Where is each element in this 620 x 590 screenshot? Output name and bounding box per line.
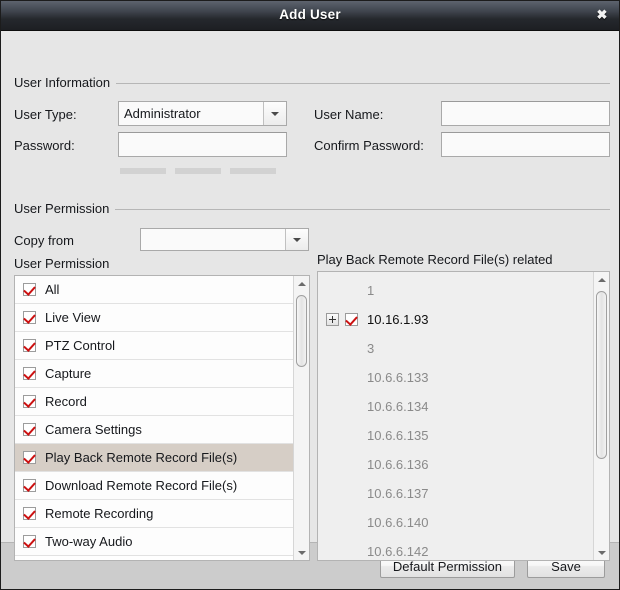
permission-label: Record bbox=[45, 394, 87, 409]
device-tree-row[interactable]: 10.6.6.137 bbox=[318, 479, 593, 508]
permission-label: Download Remote Record File(s) bbox=[45, 478, 238, 493]
password-strength-meter bbox=[120, 168, 276, 174]
chevron-down-icon[interactable] bbox=[285, 229, 308, 250]
user-name-label: User Name: bbox=[314, 107, 384, 122]
device-tree-scrollbar[interactable] bbox=[593, 272, 609, 560]
permission-row[interactable]: Live View bbox=[15, 304, 293, 332]
chevron-down-icon[interactable] bbox=[263, 102, 286, 125]
confirm-password-input[interactable] bbox=[441, 132, 610, 157]
permission-checkbox[interactable] bbox=[23, 339, 36, 352]
device-label: 10.6.6.133 bbox=[367, 370, 429, 385]
scrollbar-thumb[interactable] bbox=[296, 295, 307, 367]
device-tree-row[interactable]: 3 bbox=[318, 334, 593, 363]
device-tree-row[interactable]: 1 bbox=[318, 276, 593, 305]
permission-list-scrollbar[interactable] bbox=[293, 276, 309, 560]
permission-checkbox[interactable] bbox=[23, 311, 36, 324]
permission-label: Live View bbox=[45, 310, 101, 325]
copy-from-label: Copy from bbox=[14, 233, 74, 248]
device-tree[interactable]: 1 10.16.1.93 3 10.6.6.133 10.6.6.134 10.6.6.1… bbox=[317, 271, 610, 561]
copy-from-value bbox=[141, 229, 285, 250]
permission-list-rows: All Live View PTZ Control Capture Record Came… bbox=[15, 276, 293, 560]
device-label: 10.6.6.140 bbox=[367, 515, 429, 530]
device-tree-row[interactable]: 10.6.6.142 bbox=[318, 537, 593, 560]
password-strength-bar bbox=[120, 168, 166, 174]
device-label: 10.6.6.137 bbox=[367, 486, 429, 501]
user-information-group-title: User Information bbox=[14, 75, 117, 90]
dialog-content: User Information User Type: Administrato… bbox=[1, 31, 619, 561]
password-strength-bar bbox=[230, 168, 276, 174]
device-tree-row[interactable]: 10.6.6.134 bbox=[318, 392, 593, 421]
scroll-up-icon[interactable] bbox=[294, 276, 309, 291]
permission-row[interactable]: Play Back Remote Record File(s) bbox=[15, 444, 293, 472]
device-label: 1 bbox=[367, 283, 375, 298]
scroll-down-icon[interactable] bbox=[294, 545, 309, 560]
permission-label: Two-way Audio bbox=[45, 534, 133, 549]
device-checkbox[interactable] bbox=[345, 313, 358, 326]
device-label: 10.16.1.93 bbox=[367, 312, 429, 327]
dialog-title: Add User bbox=[279, 7, 341, 22]
password-strength-bar bbox=[175, 168, 221, 174]
permission-checkbox[interactable] bbox=[23, 367, 36, 380]
device-tree-row[interactable]: 10.6.6.135 bbox=[318, 421, 593, 450]
user-type-label: User Type: bbox=[14, 107, 77, 122]
permission-row[interactable]: Two-way Audio bbox=[15, 528, 293, 556]
user-permission-group-title: User Permission bbox=[14, 201, 116, 216]
device-label: 3 bbox=[367, 341, 375, 356]
permission-checkbox[interactable] bbox=[23, 535, 36, 548]
user-type-value: Administrator bbox=[124, 106, 201, 121]
permission-label: All bbox=[45, 282, 60, 297]
add-user-dialog: Add User ✖ User Information User Type: A… bbox=[0, 0, 620, 590]
device-label: 10.6.6.134 bbox=[367, 399, 429, 414]
right-list-title: Play Back Remote Record File(s) related bbox=[317, 252, 553, 267]
password-input[interactable] bbox=[118, 132, 287, 157]
scroll-up-icon[interactable] bbox=[594, 272, 609, 287]
permission-label: Capture bbox=[45, 366, 92, 381]
permission-row[interactable]: All bbox=[15, 276, 293, 304]
close-icon[interactable]: ✖ bbox=[591, 5, 613, 25]
device-tree-row[interactable]: 10.16.1.93 bbox=[318, 305, 593, 334]
copy-from-select[interactable] bbox=[140, 228, 309, 251]
device-tree-row[interactable]: 10.6.6.136 bbox=[318, 450, 593, 479]
permission-label: PTZ Control bbox=[45, 338, 116, 353]
permission-row[interactable]: Capture bbox=[15, 360, 293, 388]
permission-row[interactable]: Record bbox=[15, 388, 293, 416]
permission-row[interactable]: Camera Settings bbox=[15, 416, 293, 444]
permission-label: Camera Settings bbox=[45, 422, 142, 437]
device-label: 10.6.6.136 bbox=[367, 457, 429, 472]
device-tree-rows: 1 10.16.1.93 3 10.6.6.133 10.6.6.134 10.6.6.1… bbox=[318, 272, 593, 560]
permission-checkbox[interactable] bbox=[23, 479, 36, 492]
dialog-titlebar: Add User ✖ bbox=[1, 1, 619, 31]
password-label: Password: bbox=[14, 138, 75, 153]
permission-checkbox[interactable] bbox=[23, 451, 36, 464]
device-label: 10.6.6.135 bbox=[367, 428, 429, 443]
left-list-title: User Permission bbox=[14, 256, 110, 271]
device-tree-row[interactable]: 10.6.6.133 bbox=[318, 363, 593, 392]
permission-label: Remote Recording bbox=[45, 506, 154, 521]
permission-label: Play Back Remote Record File(s) bbox=[45, 450, 238, 465]
scrollbar-thumb[interactable] bbox=[596, 291, 607, 459]
expand-plus-icon[interactable] bbox=[326, 313, 339, 326]
permission-checkbox[interactable] bbox=[23, 423, 36, 436]
permission-checkbox[interactable] bbox=[23, 395, 36, 408]
scroll-down-icon[interactable] bbox=[594, 545, 609, 560]
device-tree-row[interactable]: 10.6.6.140 bbox=[318, 508, 593, 537]
confirm-password-label: Confirm Password: bbox=[314, 138, 424, 153]
permission-checkbox[interactable] bbox=[23, 283, 36, 296]
user-type-select[interactable]: Administrator bbox=[118, 101, 287, 126]
permission-row[interactable]: PTZ Control bbox=[15, 332, 293, 360]
device-label: 10.6.6.142 bbox=[367, 544, 429, 559]
permission-row[interactable]: Download Remote Record File(s) bbox=[15, 472, 293, 500]
user-name-input[interactable] bbox=[441, 101, 610, 126]
permission-checkbox[interactable] bbox=[23, 507, 36, 520]
permission-row[interactable]: Remote Recording bbox=[15, 500, 293, 528]
permission-list[interactable]: All Live View PTZ Control Capture Record Came… bbox=[14, 275, 310, 561]
